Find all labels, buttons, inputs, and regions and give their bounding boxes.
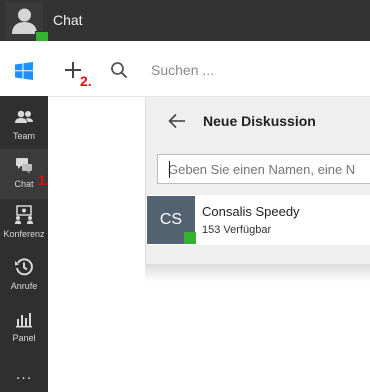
- sidebar-item-team[interactable]: Team: [0, 101, 48, 151]
- panel-shadow: [145, 264, 370, 282]
- sidebar-item-label: Konferenz: [3, 229, 45, 239]
- sidebar-item-anrufe[interactable]: Anrufe: [0, 251, 48, 301]
- presence-indicator: [184, 232, 196, 244]
- more-button[interactable]: ...: [0, 366, 48, 384]
- toolbar: Suchen ...: [48, 41, 370, 97]
- history-icon: [0, 257, 48, 279]
- windows-button[interactable]: [0, 41, 48, 96]
- back-arrow-icon[interactable]: [168, 113, 186, 129]
- sidebar-item-konferenz[interactable]: Konferenz: [0, 199, 48, 249]
- sidebar-item-label: Panel: [12, 333, 36, 343]
- new-discussion-panel: Neue Diskussion CS Consalis Speedy 153 V…: [145, 97, 370, 264]
- contact-status: 153 Verfügbar: [202, 224, 272, 236]
- annotation-step-2: 2.: [80, 73, 92, 89]
- name-input[interactable]: [157, 154, 370, 184]
- title-bar: Chat: [0, 0, 370, 45]
- panel-icon: [0, 309, 48, 331]
- contact-name: Consalis Speedy: [202, 204, 300, 219]
- panel-header: Neue Diskussion: [146, 97, 370, 145]
- sidebar-item-label: Anrufe: [10, 281, 38, 291]
- sidebar: Team Chat Konferenz Anrufe Panel ...: [0, 41, 48, 392]
- user-icon: [12, 8, 37, 34]
- conversation-list: [48, 97, 145, 392]
- conference-icon: [0, 205, 48, 227]
- panel-title: Neue Diskussion: [203, 113, 316, 129]
- contact-list-item[interactable]: CS Consalis Speedy 153 Verfügbar: [146, 195, 370, 245]
- team-icon: [0, 107, 48, 129]
- sidebar-item-panel[interactable]: Panel: [0, 303, 48, 353]
- text-cursor: [169, 161, 170, 178]
- sidebar-item-label: Team: [12, 131, 35, 141]
- app-title: Chat: [53, 12, 83, 28]
- search-icon[interactable]: [110, 61, 128, 79]
- windows-icon: [15, 62, 33, 80]
- search-input[interactable]: Suchen ...: [151, 62, 214, 78]
